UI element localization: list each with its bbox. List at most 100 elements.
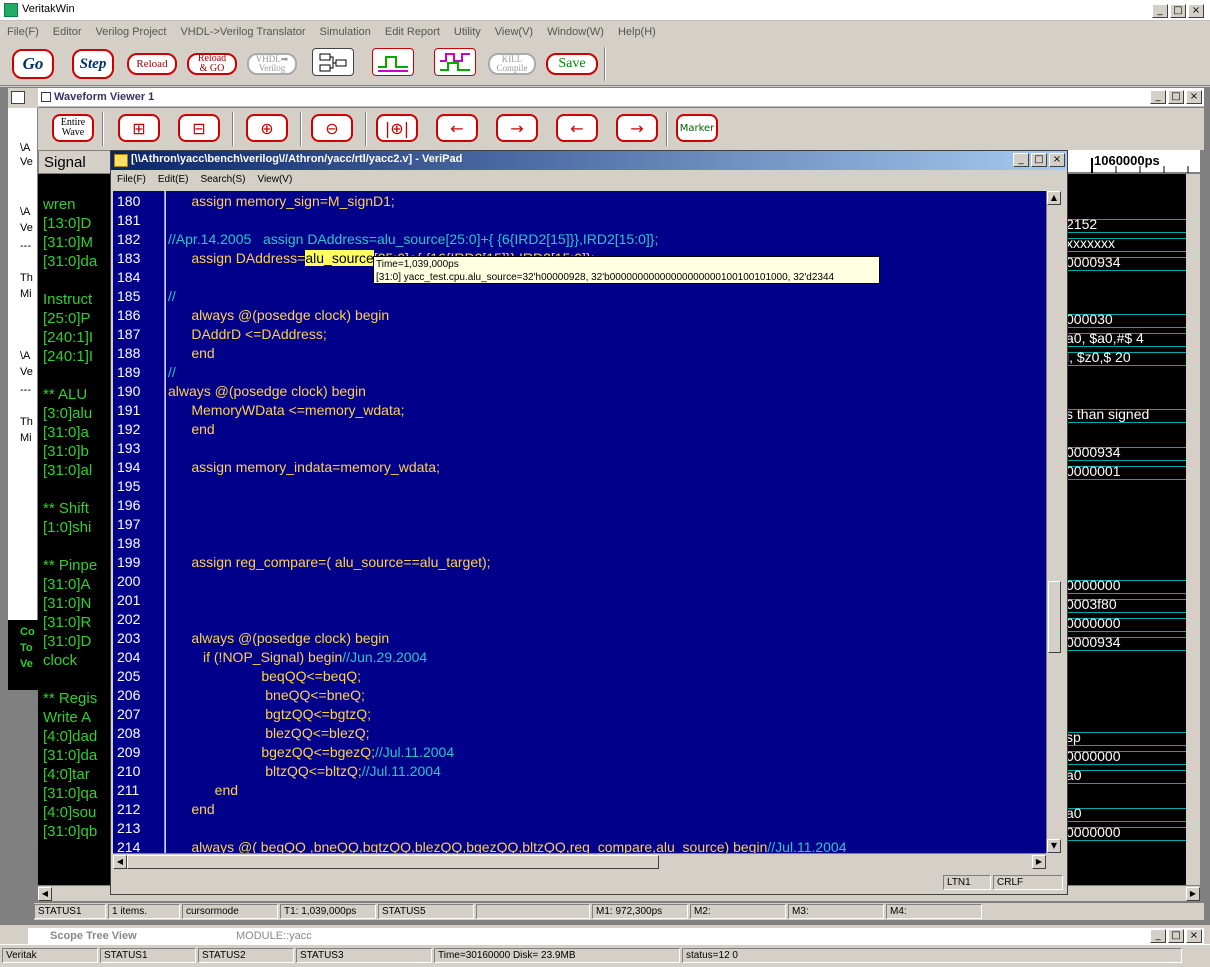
code-line[interactable]: always @(posedge clock) begin bbox=[168, 307, 389, 323]
code-line[interactable]: assign reg_compare=( alu_source==alu_tar… bbox=[168, 554, 490, 570]
waveform-button[interactable] bbox=[372, 48, 414, 76]
signal-row[interactable]: [25:0]P bbox=[43, 310, 91, 327]
signal-row[interactable]: ** Pinpe bbox=[43, 557, 97, 574]
code-line[interactable]: always @(posedge clock) begin bbox=[168, 630, 389, 646]
code-line[interactable]: bgezQQ<=bgezQ;//Jul.11.2004 bbox=[168, 744, 454, 760]
signal-row[interactable]: [31:0]A bbox=[43, 576, 91, 593]
menu-simulation[interactable]: Simulation bbox=[313, 26, 378, 38]
menu-view[interactable]: View(V) bbox=[488, 26, 540, 38]
zoom-out-button[interactable]: ⊖ bbox=[311, 114, 353, 142]
signal-row[interactable]: [31:0]a bbox=[43, 424, 89, 441]
scroll-up-icon[interactable]: ▲ bbox=[1047, 191, 1061, 205]
veripad-menu-search[interactable]: Search(S) bbox=[194, 174, 251, 185]
scroll-down-icon[interactable]: ▼ bbox=[1047, 839, 1061, 853]
signal-row[interactable]: ** Regis bbox=[43, 690, 97, 707]
signal-row[interactable]: clock bbox=[43, 652, 77, 669]
close-icon[interactable]: × bbox=[1188, 4, 1204, 18]
prev-edge-button[interactable]: ← bbox=[436, 114, 478, 142]
waveform-vertical-scrollbar[interactable] bbox=[1186, 174, 1200, 885]
marker-button[interactable]: Marker bbox=[676, 114, 718, 142]
menu-editor[interactable]: Editor bbox=[46, 26, 89, 38]
code-line[interactable]: assign memory_sign=M_signD1; bbox=[168, 193, 395, 209]
code-line[interactable]: end bbox=[168, 345, 214, 361]
go-button[interactable]: Go bbox=[12, 49, 54, 79]
scroll-right-icon[interactable]: ▶ bbox=[1186, 887, 1200, 901]
code-line[interactable]: // bbox=[168, 288, 176, 304]
code-line[interactable]: bgtzQQ<=bgtzQ; bbox=[168, 706, 371, 722]
wave-display[interactable]: 2152 xxxxxxx 0000934 000030 a0, $a0,#$ 4 l, $… bbox=[1066, 150, 1200, 885]
signal-row[interactable]: [1:0]shi bbox=[43, 519, 91, 536]
minimize-icon[interactable]: _ bbox=[1013, 153, 1029, 167]
signal-row[interactable]: ** Shift bbox=[43, 500, 89, 517]
menu-file[interactable]: File(F) bbox=[0, 26, 46, 38]
veripad-menu-view[interactable]: View(V) bbox=[251, 174, 298, 185]
code-line[interactable]: MemoryWData <=memory_wdata; bbox=[168, 402, 404, 418]
close-icon[interactable]: × bbox=[1186, 90, 1202, 104]
veripad-menu-file[interactable]: File(F) bbox=[111, 174, 152, 185]
signal-row[interactable]: [31:0]qa bbox=[43, 785, 97, 802]
scroll-left-icon[interactable]: ◀ bbox=[38, 887, 52, 901]
entire-wave-button[interactable]: Entire Wave bbox=[52, 114, 94, 142]
signal-row[interactable]: [13:0]D bbox=[43, 215, 91, 232]
vhdl-verilog-button[interactable]: VHDL➡ Verilog bbox=[247, 53, 297, 75]
zoom-in-h-button[interactable]: ⊞ bbox=[118, 114, 160, 142]
code-line[interactable]: //Apr.14.2005 assign DAddress=alu_source… bbox=[168, 231, 658, 247]
scroll-right-icon[interactable]: ▶ bbox=[1032, 855, 1046, 869]
maximize-icon[interactable]: □ bbox=[1170, 4, 1186, 18]
code-line[interactable]: if (!NOP_Signal) begin//Jun.29.2004 bbox=[168, 649, 427, 665]
save-button[interactable]: Save bbox=[546, 53, 598, 75]
waveform-add-button[interactable] bbox=[434, 48, 476, 76]
reload-go-button[interactable]: Reload & GO bbox=[187, 53, 237, 75]
veripad-menu-edit[interactable]: Edit(E) bbox=[152, 174, 195, 185]
code-line[interactable]: always @(posedge clock) begin bbox=[168, 383, 366, 399]
signal-row[interactable]: ** ALU bbox=[43, 386, 87, 403]
maximize-icon[interactable]: □ bbox=[1031, 153, 1047, 167]
menu-edit-report[interactable]: Edit Report bbox=[378, 26, 447, 38]
signal-row[interactable]: Instruct bbox=[43, 291, 92, 308]
next-marker-button[interactable]: → bbox=[616, 114, 658, 142]
code-editor[interactable]: assign memory_sign=M_signD1; //Apr.14.200… bbox=[166, 191, 1046, 853]
signal-row[interactable]: [31:0]b bbox=[43, 443, 89, 460]
code-line[interactable]: end bbox=[168, 421, 214, 437]
minimize-icon[interactable]: _ bbox=[1150, 90, 1166, 104]
signal-row[interactable]: [31:0]da bbox=[43, 747, 97, 764]
signal-row[interactable]: [4:0]tar bbox=[43, 766, 90, 783]
editor-horizontal-scrollbar[interactable]: ◀ ▶ bbox=[113, 853, 1046, 869]
zoom-in-button[interactable]: ⊕ bbox=[246, 114, 288, 142]
signal-row[interactable]: [3:0]alu bbox=[43, 405, 92, 422]
zoom-cursor-button[interactable]: |⊕| bbox=[376, 114, 418, 142]
editor-vertical-scrollbar[interactable]: ▲ ▼ bbox=[1046, 191, 1062, 853]
menu-window[interactable]: Window(W) bbox=[540, 26, 611, 38]
maximize-icon[interactable]: □ bbox=[1168, 90, 1184, 104]
reload-button[interactable]: Reload bbox=[127, 53, 177, 75]
close-icon[interactable]: × bbox=[1186, 929, 1202, 943]
step-button[interactable]: Step bbox=[72, 49, 114, 79]
kill-compile-button[interactable]: KILL Compile bbox=[488, 53, 536, 75]
code-line[interactable]: bltzQQ<=bltzQ;//Jul.11.2004 bbox=[168, 763, 441, 779]
menu-help[interactable]: Help(H) bbox=[611, 26, 663, 38]
menu-verilog-project[interactable]: Verilog Project bbox=[89, 26, 174, 38]
signal-row[interactable]: [31:0]R bbox=[43, 614, 91, 631]
code-line[interactable]: end bbox=[168, 801, 214, 817]
signal-row[interactable]: [240:1]I bbox=[43, 329, 93, 346]
signal-row[interactable]: [240:1]I bbox=[43, 348, 93, 365]
hierarchy-button[interactable] bbox=[312, 48, 354, 76]
minimize-icon[interactable]: _ bbox=[1150, 929, 1166, 943]
editor-hscroll-thumb[interactable] bbox=[127, 855, 659, 869]
maximize-icon[interactable]: □ bbox=[1168, 929, 1184, 943]
signal-row[interactable]: wren bbox=[43, 196, 76, 213]
signal-row[interactable]: [31:0]D bbox=[43, 633, 91, 650]
menu-vhdl-translator[interactable]: VHDL->Verilog Translator bbox=[173, 26, 312, 38]
close-icon[interactable]: × bbox=[1049, 153, 1065, 167]
code-line[interactable]: assign memory_indata=memory_wdata; bbox=[168, 459, 440, 475]
signal-row[interactable]: [31:0]al bbox=[43, 462, 92, 479]
signal-row[interactable]: [4:0]dad bbox=[43, 728, 97, 745]
code-line[interactable]: blezQQ<=blezQ; bbox=[168, 725, 369, 741]
signal-row[interactable]: [31:0]M bbox=[43, 234, 93, 251]
signal-row[interactable]: [31:0]N bbox=[43, 595, 91, 612]
signal-row[interactable]: [31:0]qb bbox=[43, 823, 97, 840]
signal-row[interactable]: [4:0]sou bbox=[43, 804, 96, 821]
code-line[interactable]: beqQQ<=beqQ; bbox=[168, 668, 361, 684]
code-line[interactable]: bneQQ<=bneQ; bbox=[168, 687, 365, 703]
code-line[interactable]: end bbox=[168, 782, 238, 798]
